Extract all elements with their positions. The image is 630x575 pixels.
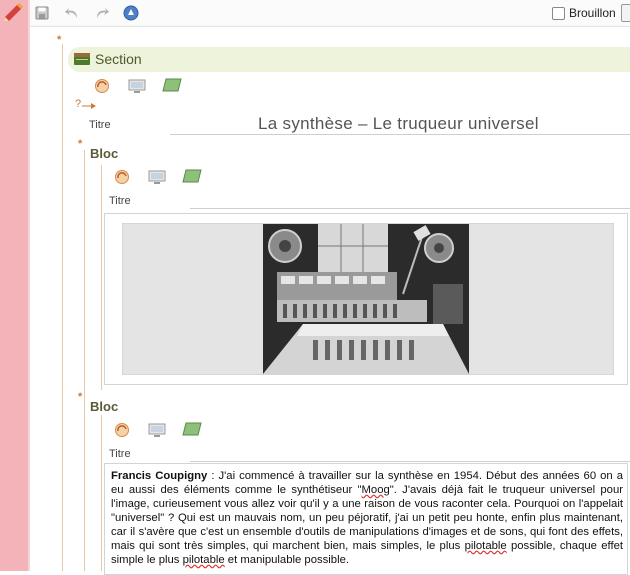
- title-underline: [190, 461, 630, 462]
- text-block[interactable]: Francis Coupigny : J'ai commencé à trava…: [104, 463, 628, 575]
- title-underline: [170, 134, 630, 135]
- section-title[interactable]: La synthèse – Le truqueur universel: [258, 114, 539, 134]
- tree-guide: [84, 150, 85, 571]
- section-marker: ?: [75, 98, 82, 110]
- style-icon[interactable]: [114, 169, 132, 185]
- left-margin-edge: [28, 0, 30, 571]
- tree-guide: [101, 165, 102, 390]
- edit-pencil-icon[interactable]: [2, 2, 26, 22]
- comment-icon[interactable]: [162, 78, 182, 94]
- bloc-title-label: Titre: [109, 195, 131, 207]
- bloc-label[interactable]: Bloc: [90, 399, 118, 414]
- style-icon[interactable]: [94, 78, 112, 94]
- bloc-label[interactable]: Bloc: [90, 146, 118, 161]
- required-marker: *: [57, 34, 62, 46]
- section-header[interactable]: Section: [68, 47, 630, 72]
- section-icon: [74, 53, 90, 65]
- section-label: Section: [95, 51, 142, 67]
- undo-icon[interactable]: [64, 5, 80, 21]
- draft-toggle[interactable]: Brouillon: [552, 5, 616, 21]
- display-icon[interactable]: [128, 78, 146, 94]
- display-icon[interactable]: [148, 422, 166, 438]
- display-icon[interactable]: [148, 169, 166, 185]
- studio-photo[interactable]: [263, 224, 469, 374]
- left-margin: [0, 0, 28, 571]
- bloc-tools: [114, 422, 214, 440]
- draft-checkbox[interactable]: [552, 6, 565, 20]
- style-icon[interactable]: [114, 422, 132, 438]
- save-icon[interactable]: [34, 5, 50, 21]
- section-tools: [94, 78, 194, 96]
- comment-icon[interactable]: [182, 169, 202, 185]
- author-name: Francis Coupigny: [111, 470, 208, 482]
- spellcheck-word: pilotable: [464, 540, 507, 552]
- toolbar-more-button[interactable]: [621, 4, 630, 22]
- comment-icon[interactable]: [182, 422, 202, 438]
- toolbar: Brouillon: [30, 0, 630, 27]
- spellcheck-word: Moog: [361, 484, 390, 496]
- navigator-icon[interactable]: [123, 5, 139, 21]
- text-block-content[interactable]: Francis Coupigny : J'ai commencé à trava…: [111, 469, 623, 567]
- title-underline: [190, 208, 630, 209]
- section-title-label: Titre: [89, 119, 111, 131]
- tree-guide: [101, 415, 102, 571]
- spellcheck-word: pilotable: [182, 554, 225, 566]
- text-part: et manipulable possible.: [224, 554, 350, 566]
- tree-guide: [62, 44, 63, 571]
- bloc-tools: [114, 169, 214, 187]
- required-marker: *: [78, 138, 83, 150]
- draft-label: Brouillon: [569, 6, 616, 20]
- required-marker: *: [78, 391, 83, 403]
- arrow-right-icon: [82, 99, 96, 113]
- bloc-title-label: Titre: [109, 448, 131, 460]
- redo-icon[interactable]: [94, 5, 110, 21]
